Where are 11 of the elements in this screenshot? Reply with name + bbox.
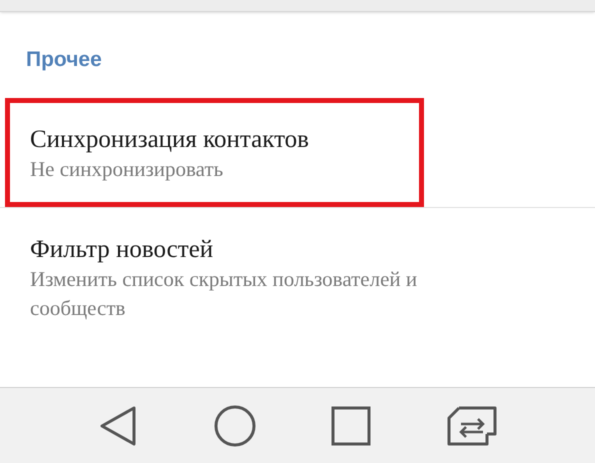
item-subtitle: Не синхронизировать bbox=[30, 156, 224, 182]
settings-item[interactable]: Синхронизация контактов Не синхронизировать bbox=[5, 98, 424, 206]
settings-item[interactable]: Фильтр новостей Изменить список скрытых пользователей и сообществ bbox=[5, 208, 585, 346]
section-header: Прочее bbox=[25, 47, 103, 73]
recents-icon[interactable] bbox=[331, 406, 372, 446]
swap-icon[interactable] bbox=[447, 406, 498, 446]
item-title: Фильтр новостей bbox=[30, 234, 214, 264]
home-icon[interactable] bbox=[214, 404, 256, 446]
back-icon[interactable] bbox=[98, 404, 138, 446]
item-title: Синхронизация контактов bbox=[30, 124, 310, 154]
item-subtitle: Изменить список скрытых пользователей и сообществ bbox=[30, 266, 418, 322]
